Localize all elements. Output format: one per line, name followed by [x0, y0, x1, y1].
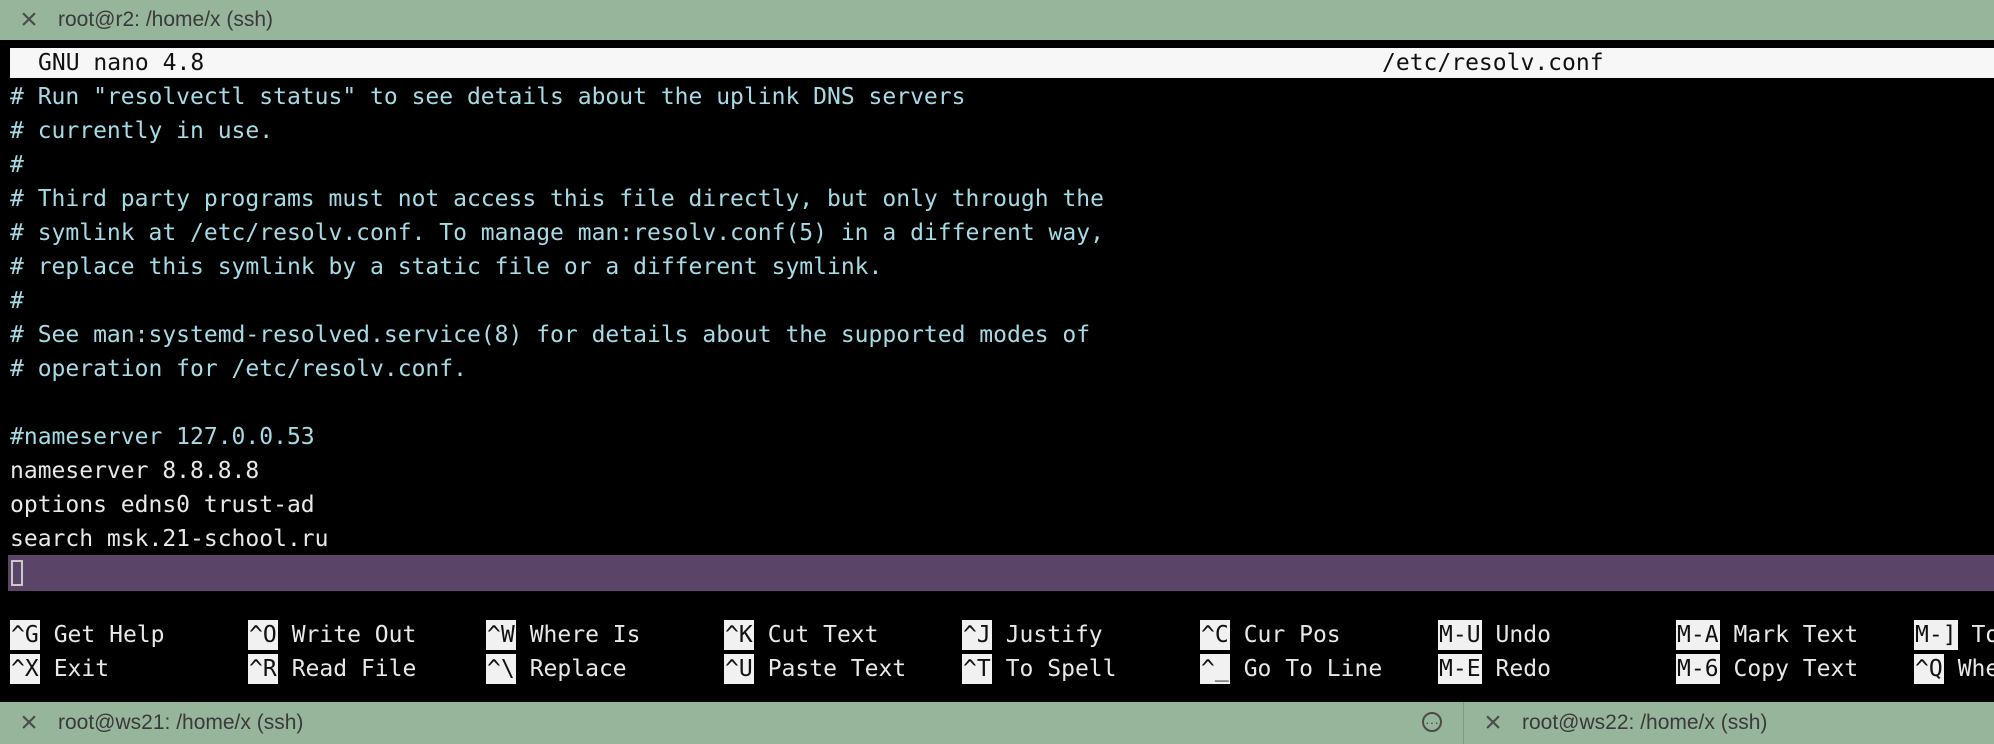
shortcut-key: M-] — [1914, 620, 1958, 650]
shortcut-label: Read File — [291, 656, 417, 682]
shortcut-label: Copy Text — [1733, 656, 1859, 682]
shortcut-label: Paste Text — [767, 656, 907, 682]
shortcut-item: M-U Undo — [1438, 620, 1551, 650]
shortcut-label: Whe — [1957, 656, 1994, 682]
shortcut-key: ^R — [248, 654, 278, 684]
shortcut-item: ^X Exit — [10, 654, 109, 684]
shortcut-item: ^W Where Is — [486, 620, 640, 650]
top-tab-bar: × root@r2: /home/x (ssh) — [0, 0, 1994, 40]
shortcut-key: ^X — [10, 654, 40, 684]
shortcut-label: Justify — [1005, 622, 1103, 648]
shortcut-label: Redo — [1495, 656, 1551, 682]
shortcut-key: ^U — [724, 654, 754, 684]
shortcut-item: ^O Write Out — [248, 620, 416, 650]
file-line[interactable]: # — [10, 284, 1104, 318]
shortcut-key: M-6 — [1676, 654, 1720, 684]
close-icon[interactable]: × — [0, 5, 58, 35]
tab-title: root@ws22: /home/x (ssh) — [1522, 711, 1768, 734]
shortcut-item: ^U Paste Text — [724, 654, 906, 684]
file-line[interactable] — [10, 386, 1104, 420]
shortcut-key: ^O — [248, 620, 278, 650]
terminal-area[interactable]: GNU nano 4.8 /etc/resolv.conf # Run "res… — [0, 40, 1994, 702]
shortcut-item: ^C Cur Pos — [1200, 620, 1341, 650]
file-line[interactable]: #nameserver 127.0.0.53 — [10, 420, 1104, 454]
close-icon[interactable]: × — [0, 708, 58, 738]
shortcut-item: ^R Read File — [248, 654, 416, 684]
close-icon[interactable]: × — [1464, 708, 1522, 738]
file-line[interactable]: search msk.21-school.ru — [10, 522, 1104, 556]
shortcut-key: ^_ — [1200, 654, 1230, 684]
shortcut-item: ^Q Whe — [1914, 654, 1994, 684]
shortcut-item: M-] To — [1914, 620, 1994, 650]
file-line[interactable]: # See man:systemd-resolved.service(8) fo… — [10, 318, 1104, 352]
shortcut-item: ^\ Replace — [486, 654, 627, 684]
shortcut-label: Get Help — [53, 622, 165, 648]
shortcut-item: ^T To Spell — [962, 654, 1116, 684]
shortcut-label: Undo — [1495, 622, 1551, 648]
text-cursor — [11, 560, 23, 586]
shortcut-item: M-E Redo — [1438, 654, 1551, 684]
shortcut-item: ^_ Go To Line — [1200, 654, 1382, 684]
shortcut-bar: ^G Get Help ^X Exit ^O Write Out ^R Read File ^W… — [10, 620, 1994, 702]
shortcut-label: Go To Line — [1243, 656, 1383, 682]
shortcut-label: Cur Pos — [1243, 622, 1341, 648]
file-line[interactable]: options edns0 trust-ad — [10, 488, 1104, 522]
tab-title: root@ws21: /home/x (ssh) — [58, 711, 304, 734]
shortcut-label: Where Is — [529, 622, 641, 648]
file-line[interactable]: # operation for /etc/resolv.conf. — [10, 352, 1104, 386]
shortcut-key: ^T — [962, 654, 992, 684]
bottom-tab-bar: × root@ws21: /home/x (ssh) ··· × root@ws… — [0, 702, 1994, 744]
nano-header: GNU nano 4.8 /etc/resolv.conf — [10, 48, 1994, 78]
shortcut-label: Replace — [529, 656, 627, 682]
shortcut-key: ^K — [724, 620, 754, 650]
shortcut-key: M-A — [1676, 620, 1720, 650]
editor-version: GNU nano 4.8 — [38, 50, 205, 76]
shortcut-label: Write Out — [291, 622, 417, 648]
shortcut-key: ^J — [962, 620, 992, 650]
shortcut-key: M-E — [1438, 654, 1482, 684]
file-line[interactable]: nameserver 8.8.8.8 — [10, 454, 1104, 488]
editor-filename: /etc/resolv.conf — [1382, 50, 1604, 76]
more-icon[interactable]: ··· — [1422, 712, 1442, 732]
shortcut-item: M-A Mark Text — [1676, 620, 1858, 650]
status-bar — [8, 555, 1994, 591]
file-line[interactable]: # symlink at /etc/resolv.conf. To manage… — [10, 216, 1104, 250]
file-line[interactable]: # Run "resolvectl status" to see details… — [10, 80, 1104, 114]
file-line[interactable]: # Third party programs must not access t… — [10, 182, 1104, 216]
shortcut-key: M-U — [1438, 620, 1482, 650]
shortcut-item: ^K Cut Text — [724, 620, 878, 650]
shortcut-label: Cut Text — [767, 622, 879, 648]
shortcut-key: ^C — [1200, 620, 1230, 650]
file-content[interactable]: # Run "resolvectl status" to see details… — [10, 80, 1104, 556]
shortcut-label: Exit — [53, 656, 110, 682]
file-line[interactable]: # currently in use. — [10, 114, 1104, 148]
shortcut-item: ^G Get Help — [10, 620, 164, 650]
tab-ws22[interactable]: × root@ws22: /home/x (ssh) — [1464, 702, 1767, 744]
shortcut-key: ^\ — [486, 654, 516, 684]
file-line[interactable]: # — [10, 148, 1104, 182]
tab-title: root@r2: /home/x (ssh) — [58, 8, 274, 31]
shortcut-label: To — [1971, 622, 1994, 648]
shortcut-label: Mark Text — [1733, 622, 1859, 648]
tab-r2[interactable]: × root@r2: /home/x (ssh) — [0, 0, 273, 40]
shortcut-item: ^J Justify — [962, 620, 1103, 650]
shortcut-label: To Spell — [1005, 656, 1117, 682]
shortcut-item: M-6 Copy Text — [1676, 654, 1858, 684]
shortcut-key: ^G — [10, 620, 40, 650]
file-line[interactable]: # replace this symlink by a static file … — [10, 250, 1104, 284]
shortcut-key: ^Q — [1914, 654, 1944, 684]
tab-ws21[interactable]: × root@ws21: /home/x (ssh) — [0, 702, 303, 744]
shortcut-key: ^W — [486, 620, 516, 650]
